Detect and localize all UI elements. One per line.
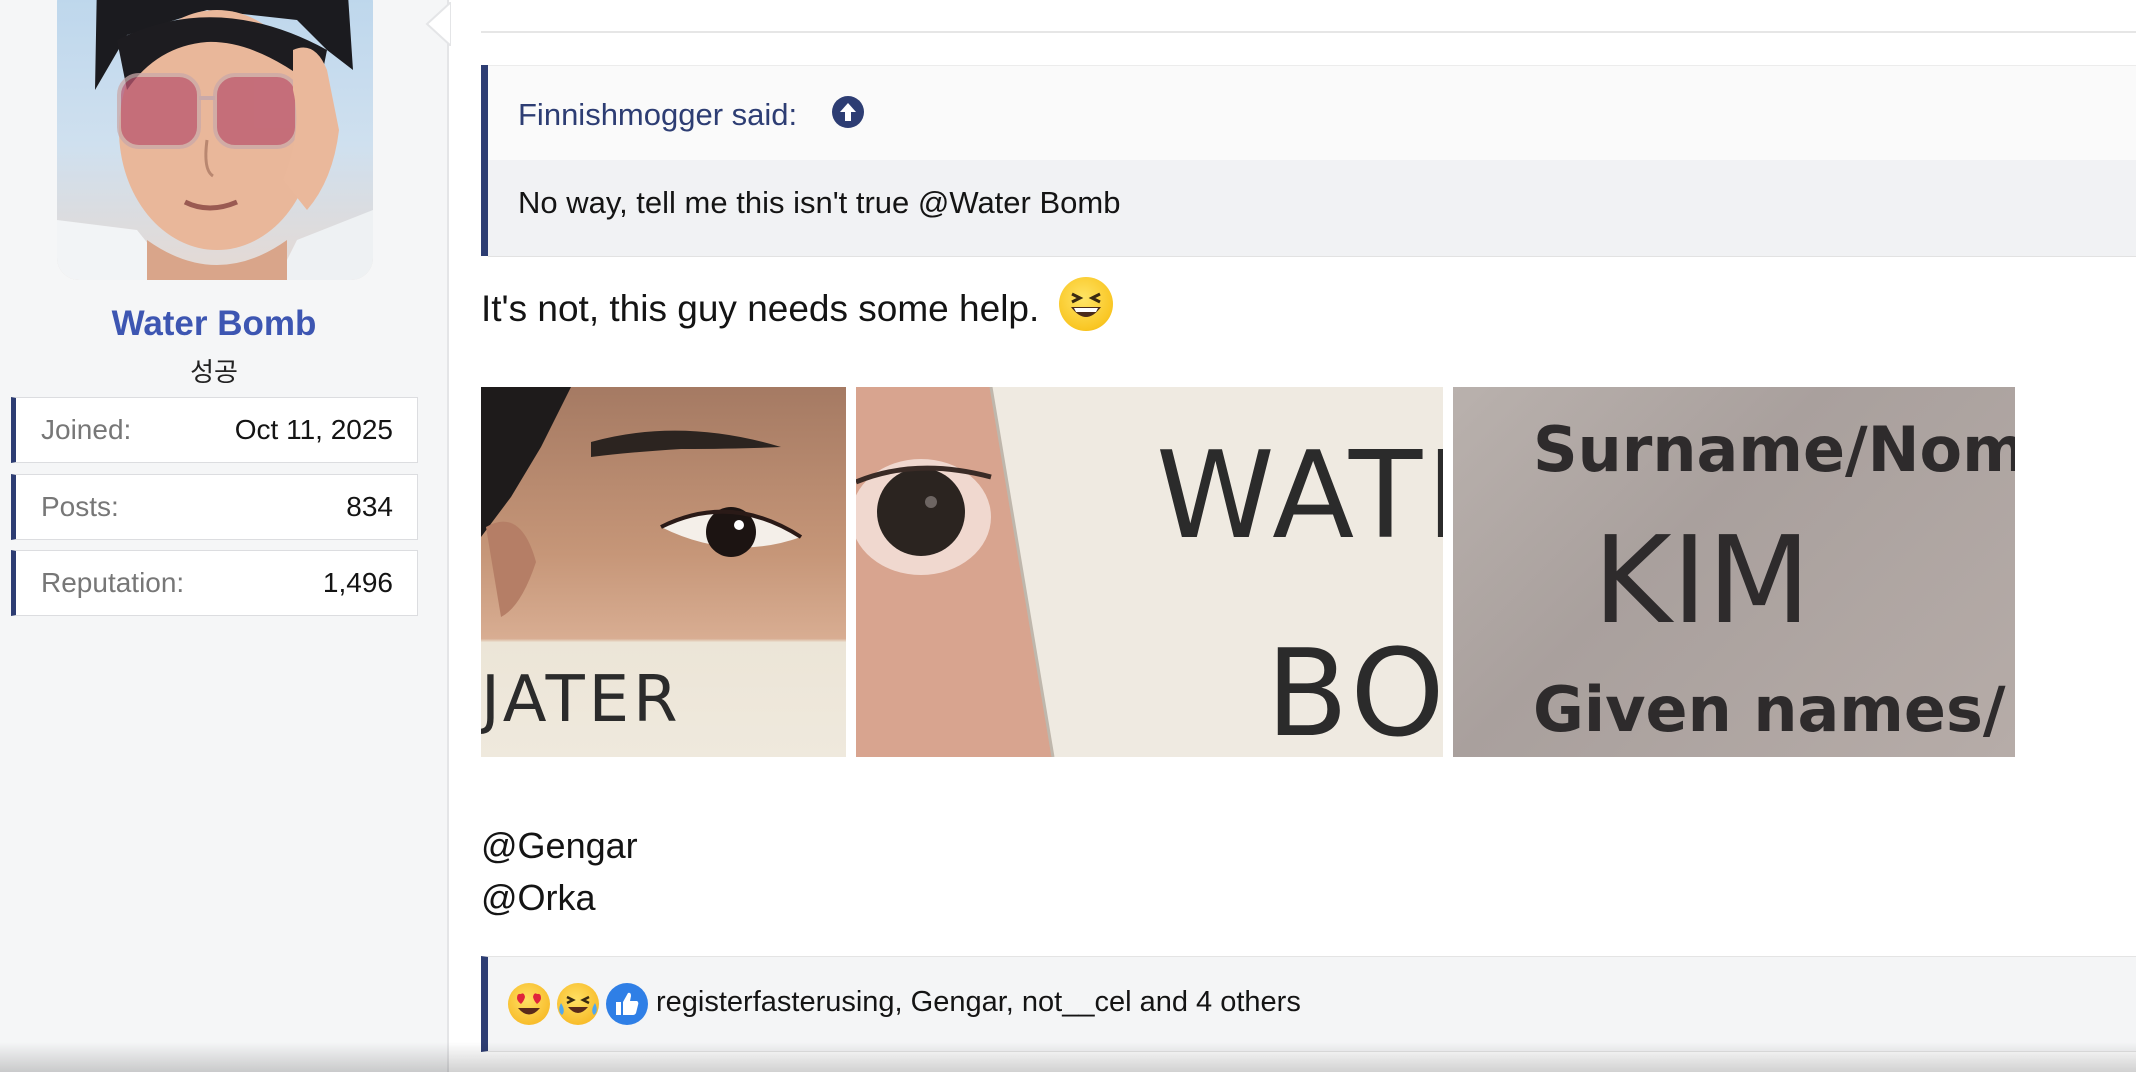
avatar-illustration [57,0,373,280]
stat-value: Oct 11, 2025 [234,414,393,445]
reactions-bar[interactable]: registerfasterusing, Gengar, not__cel an… [481,956,2136,1052]
stat-posts: Posts: 834 [11,474,418,540]
user-mention[interactable]: @Gengar [481,825,638,867]
heart-eyes-emoji [508,983,550,1025]
reactions-summary[interactable]: registerfasterusing, Gengar, not__cel an… [656,986,1301,1019]
laughing-emoji [1059,277,1113,331]
id-card-text: Surname/Nom [1533,413,2015,486]
stat-value: 834 [346,491,393,522]
stat-value: 1,496 [322,567,393,598]
stat-label: Joined: [41,414,132,445]
id-card-text: Given names/ [1533,673,2006,746]
quote-block: Finnishmogger said: No way, tell me this… [481,65,2136,257]
post-image[interactable]: JATER [481,387,846,757]
window-bottom-edge [0,1042,2136,1072]
user-title: 성공 [190,357,238,387]
post-image[interactable]: WATE BO [856,387,1443,757]
handwriting-text: JATER [481,663,682,737]
divider [481,31,2136,33]
quote-body: No way, tell me this isn't true @Water B… [488,160,2136,257]
quote-author[interactable]: Finnishmogger said: [518,97,797,133]
thumbs-up-icon [606,983,648,1025]
post-text: It's not, this guy needs some help. [481,288,1040,329]
stat-reputation: Reputation: 1,496 [11,550,418,616]
username[interactable]: Water Bomb [0,304,428,344]
stat-joined: Joined: Oct 11, 2025 [11,397,418,463]
handwriting-text: WATE [1156,427,1443,566]
id-card-text: KIM [1593,512,1811,651]
crying-laughing-emoji [557,983,599,1025]
user-avatar[interactable] [57,0,373,280]
post-image[interactable]: Surname/Nom KIM Given names/ [1453,387,2015,757]
stat-label: Posts: [41,491,119,522]
arrow-up-circle-icon[interactable] [832,96,864,128]
quote-text: No way, tell me this isn't true @Water B… [518,185,1121,220]
quote-header: Finnishmogger said: [488,65,2136,161]
user-sidebar: Water Bomb 성공 Joined: Oct 11, 2025 Posts… [0,0,451,1072]
stat-label: Reputation: [41,567,185,598]
handwriting-text: BO [1266,625,1443,757]
user-mention[interactable]: @Orka [481,877,596,919]
post-pointer-arrow [425,2,451,46]
